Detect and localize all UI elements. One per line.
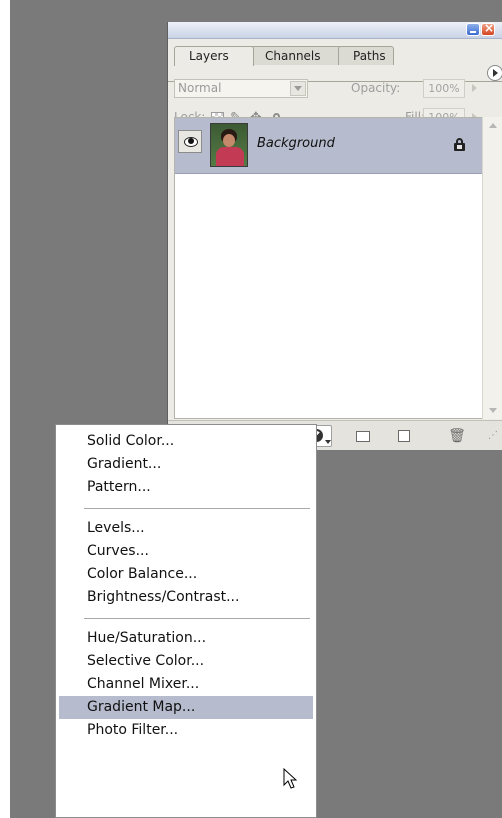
minimize-icon[interactable] [466, 23, 480, 36]
layers-panel: Channels Paths Layers Normal Opacity: 10… [167, 21, 502, 450]
close-icon[interactable] [481, 21, 495, 36]
adjustment-layer-menu: Solid Color... Gradient... Pattern... Le… [55, 424, 317, 818]
panel-tabs: Channels Paths Layers [168, 39, 502, 82]
layers-scrollbar[interactable] [482, 117, 502, 419]
layers-list: Background [174, 117, 494, 419]
menu-separator [84, 618, 310, 619]
dropdown-triangle-icon [325, 440, 331, 444]
menu-item-levels[interactable]: Levels... [59, 517, 313, 540]
menu-item-gradient[interactable]: Gradient... [59, 453, 313, 476]
menu-item-hue-saturation[interactable]: Hue/Saturation... [59, 627, 313, 650]
layer-row-background[interactable]: Background [175, 118, 493, 174]
menu-item-photo-filter[interactable]: Photo Filter... [59, 719, 313, 742]
layer-lock-icon [454, 138, 465, 151]
menu-item-selective-color[interactable]: Selective Color... [59, 650, 313, 673]
resize-grip-icon[interactable]: ⋰ [486, 427, 500, 445]
lock-row [168, 89, 502, 108]
visibility-eye-icon[interactable] [178, 130, 202, 153]
tab-layers[interactable]: Layers [174, 46, 254, 66]
menu-item-brightness-contrast[interactable]: Brightness/Contrast... [59, 586, 313, 609]
new-layer-icon[interactable] [398, 430, 410, 442]
menu-item-solid-color[interactable]: Solid Color... [59, 430, 313, 453]
scroll-down-icon[interactable] [483, 402, 502, 419]
menu-item-pattern[interactable]: Pattern... [59, 476, 313, 499]
menu-item-channel-mixer[interactable]: Channel Mixer... [59, 673, 313, 696]
mouse-cursor-icon [283, 768, 297, 789]
tab-channels[interactable]: Channels [250, 46, 342, 65]
menu-separator [84, 508, 310, 509]
menu-item-color-balance[interactable]: Color Balance... [59, 563, 313, 586]
scroll-up-icon[interactable] [483, 117, 502, 134]
layer-name: Background [257, 136, 335, 151]
trash-icon[interactable]: 🗑 [448, 427, 466, 445]
folder-icon[interactable] [356, 431, 370, 442]
tab-paths[interactable]: Paths [338, 46, 394, 65]
layer-thumbnail [210, 123, 248, 167]
menu-item-gradient-map[interactable]: Gradient Map... [59, 696, 313, 719]
menu-item-curves[interactable]: Curves... [59, 540, 313, 563]
panel-titlebar[interactable] [168, 21, 502, 39]
